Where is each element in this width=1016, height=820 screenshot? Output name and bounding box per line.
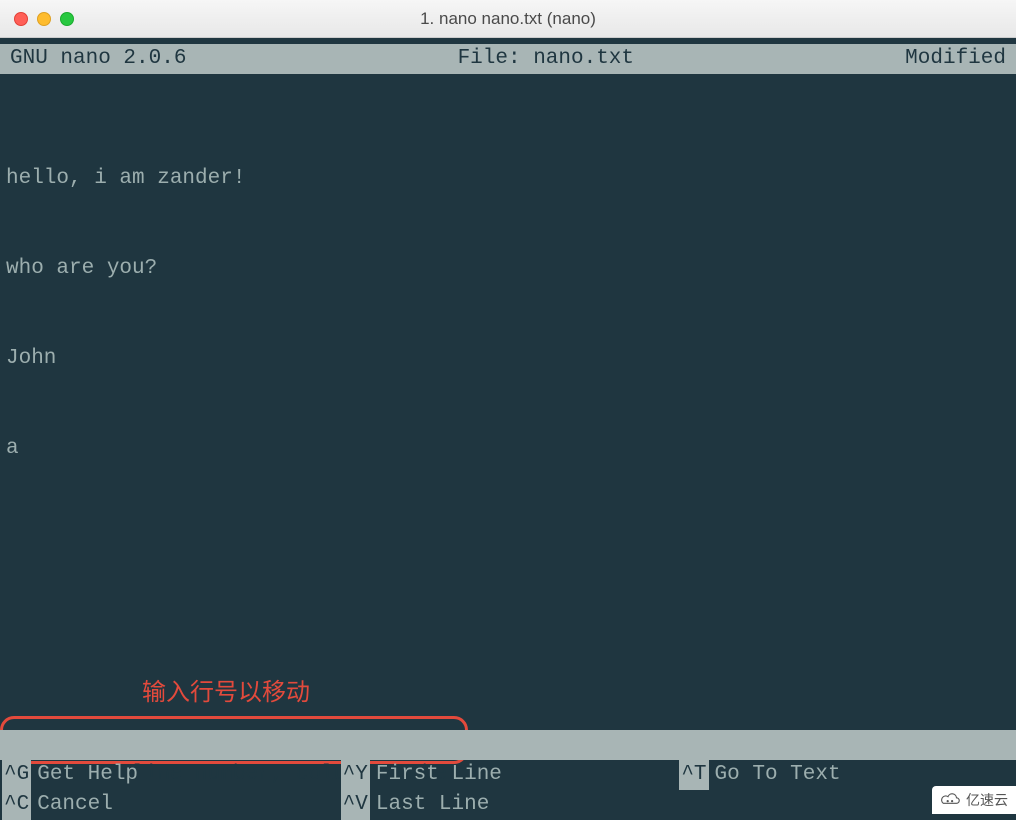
content-line: John [6,344,1010,374]
nano-version: GNU nano 2.0.6 [10,44,186,74]
shortcut-key: ^Y [341,760,370,790]
watermark-text: 亿速云 [966,790,1008,810]
watermark-badge: 亿速云 [932,786,1016,814]
shortcut-last-line[interactable]: ^V Last Line [339,790,678,820]
shortcut-key: ^C [2,790,31,820]
shortcut-label: Cancel [37,790,113,820]
shortcut-first-line[interactable]: ^Y First Line [339,760,678,790]
shortcut-key: ^G [2,760,31,790]
content-line: who are you? [6,254,1010,284]
mac-titlebar: 1. nano nano.txt (nano) [0,0,1016,38]
shortcut-get-help[interactable]: ^G Get Help [0,760,339,790]
fullscreen-window-icon[interactable] [60,12,74,26]
shortcut-label: Last Line [376,790,489,820]
editor-content[interactable]: hello, i am zander! who are you? John a [0,74,1016,524]
goto-line-prompt[interactable]: Enter line number, column number: 2 [0,730,1016,760]
nano-header: GNU nano 2.0.6 File: nano.txt Modified [0,44,1016,74]
annotation-label: 输入行号以移动 [142,678,310,708]
terminal-area[interactable]: GNU nano 2.0.6 File: nano.txt Modified h… [0,44,1016,820]
shortcut-label: Get Help [37,760,138,790]
shortcut-label: Go To Text [715,760,841,790]
shortcut-key: ^V [341,790,370,820]
close-window-icon[interactable] [14,12,28,26]
content-line: a [6,434,1010,464]
shortcut-label: First Line [376,760,502,790]
shortcut-key: ^T [679,760,708,790]
nano-modified: Modified [905,44,1006,74]
window-title: 1. nano nano.txt (nano) [420,9,596,29]
shortcut-cancel[interactable]: ^C Cancel [0,790,339,820]
minimize-window-icon[interactable] [37,12,51,26]
shortcut-bar: ^G Get Help ^Y First Line ^T Go To Text … [0,760,1016,820]
cloud-icon [940,792,962,808]
content-line: hello, i am zander! [6,164,1010,194]
nano-file-label: File: nano.txt [458,44,634,74]
